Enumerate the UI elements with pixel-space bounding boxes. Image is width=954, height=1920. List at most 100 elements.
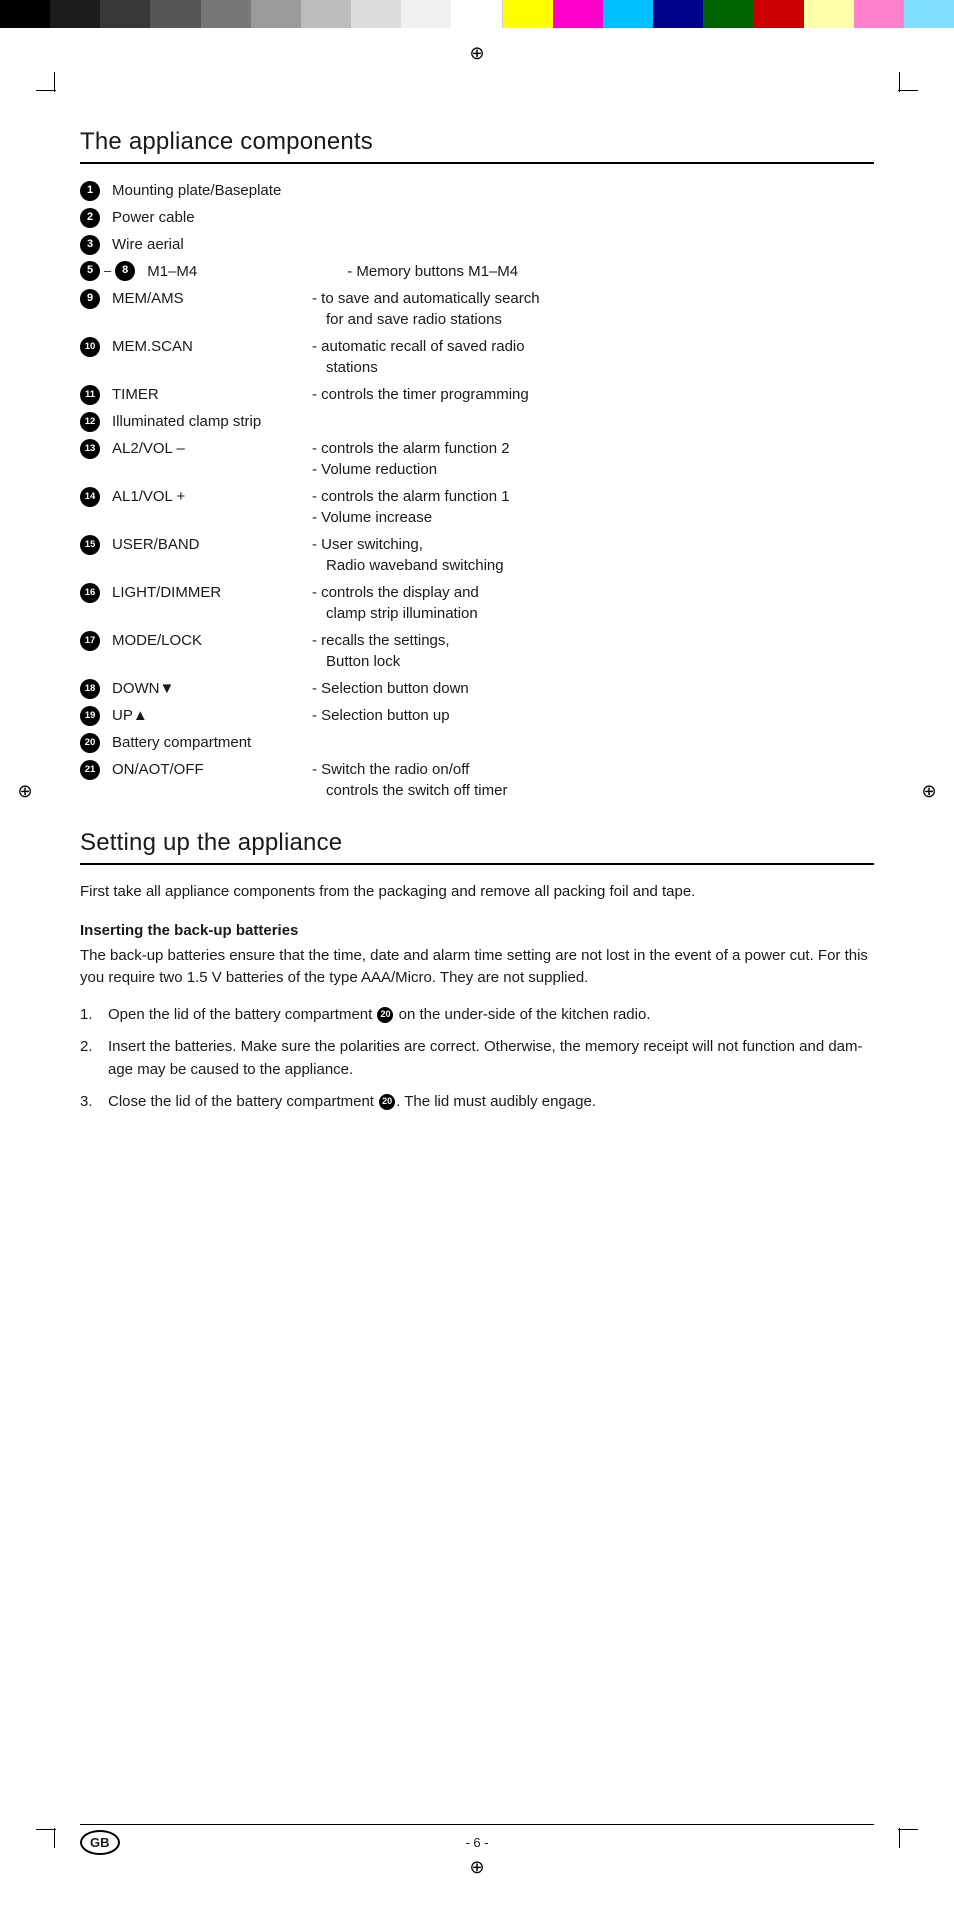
component-num-19: 19: [80, 706, 100, 726]
component-row-11: 11 TIMER - controls the timer programmin…: [80, 384, 874, 405]
crop-br-v: [899, 1828, 900, 1848]
component-row-19: 19 UP▲ - Selection button up: [80, 705, 874, 726]
step-3: 3. Close the lid of the battery compartm…: [80, 1091, 874, 1114]
reg-mark-right: ⊕: [918, 780, 940, 802]
swatch-6: [251, 0, 301, 28]
component-row-3: 3 Wire aerial: [80, 234, 874, 255]
component-row-17: 17 MODE/LOCK - recalls the settings,Butt…: [80, 630, 874, 672]
component-num-11: 11: [80, 385, 100, 405]
component-num-14: 14: [80, 487, 100, 507]
component-desc-19: - Selection button up: [312, 705, 874, 726]
component-num-1: 1: [80, 181, 100, 201]
batteries-steps: 1. Open the lid of the battery compartme…: [80, 1004, 874, 1114]
component-row-20: 20 Battery compartment: [80, 732, 874, 753]
swatch-5: [201, 0, 251, 28]
num-8: 8: [115, 261, 135, 281]
swatch-lightyellow: [804, 0, 854, 28]
swatch-8: [351, 0, 401, 28]
swatch-3: [100, 0, 150, 28]
swatch-darkblue: [653, 0, 703, 28]
component-label-2: Power cable: [112, 207, 195, 228]
color-bar: [0, 0, 954, 28]
component-num-10: 10: [80, 337, 100, 357]
component-num-12: 12: [80, 412, 100, 432]
setup-section: Setting up the appliance First take all …: [80, 829, 874, 1114]
component-desc-14: - controls the alarm function 1- Volume …: [312, 486, 874, 528]
swatch-lightcyan: [904, 0, 954, 28]
crop-tr-v: [899, 72, 900, 92]
swatch-9: [401, 0, 451, 28]
component-desc-15: - User switching,Radio waveband switchin…: [312, 534, 874, 576]
swatch-yellow: [503, 0, 553, 28]
crop-tl-v: [54, 72, 55, 92]
component-num-17: 17: [80, 631, 100, 651]
swatch-10: [451, 0, 502, 28]
components-section: The appliance components 1 Mounting plat…: [80, 128, 874, 801]
component-row-1: 1 Mounting plate/Baseplate: [80, 180, 874, 201]
reg-mark-left: ⊕: [14, 780, 36, 802]
crop-bl-v: [54, 1828, 55, 1848]
component-num-9: 9: [80, 289, 100, 309]
component-num-20: 20: [80, 733, 100, 753]
step-2: 2. Insert the batteries. Make sure the p…: [80, 1036, 874, 1081]
component-label-10: MEM.SCAN: [112, 336, 312, 357]
circle-20-ref1: 20: [377, 1007, 393, 1023]
component-num-16: 16: [80, 583, 100, 603]
swatch-red: [753, 0, 803, 28]
circle-20-ref2: 20: [379, 1094, 395, 1110]
component-desc-11: - controls the timer programming: [312, 384, 874, 405]
swatch-7: [301, 0, 351, 28]
component-desc-10: - automatic recall of saved radiostation…: [312, 336, 874, 378]
component-row-2: 2 Power cable: [80, 207, 874, 228]
component-label-11: TIMER: [112, 384, 312, 405]
component-num-2: 2: [80, 208, 100, 228]
component-label-12: Illuminated clamp strip: [112, 411, 261, 432]
reg-mark-top: ⊕: [466, 42, 488, 64]
batteries-body: The back-up batteries ensure that the ti…: [80, 945, 874, 990]
component-row-13: 13 AL2/VOL – - controls the alarm functi…: [80, 438, 874, 480]
component-row-16: 16 LIGHT/DIMMER - controls the display a…: [80, 582, 874, 624]
swatch-magenta: [553, 0, 603, 28]
step-1: 1. Open the lid of the battery compartme…: [80, 1004, 874, 1027]
component-row-12: 12 Illuminated clamp strip: [80, 411, 874, 432]
component-label-5-8: M1–M4: [147, 261, 347, 282]
component-row-18: 18 DOWN▼ - Selection button down: [80, 678, 874, 699]
components-divider: [80, 162, 874, 164]
component-num-15: 15: [80, 535, 100, 555]
swatch-cyan: [603, 0, 653, 28]
swatch-4: [150, 0, 200, 28]
component-label-16: LIGHT/DIMMER: [112, 582, 312, 603]
component-desc-18: - Selection button down: [312, 678, 874, 699]
component-desc-9: - to save and automatically searchfor an…: [312, 288, 874, 330]
crop-tr-h: [898, 90, 918, 91]
component-label-17: MODE/LOCK: [112, 630, 312, 651]
component-label-19: UP▲: [112, 705, 312, 726]
crop-br-h: [898, 1829, 918, 1830]
num-5: 5: [80, 261, 100, 281]
component-label-18: DOWN▼: [112, 678, 312, 699]
component-row-21: 21 ON/AOT/OFF - Switch the radio on/offc…: [80, 759, 874, 801]
component-row-10: 10 MEM.SCAN - automatic recall of saved …: [80, 336, 874, 378]
components-title: The appliance components: [80, 128, 874, 156]
component-label-13: AL2/VOL –: [112, 438, 312, 459]
page-number: - 6 -: [465, 1835, 488, 1850]
component-num-18: 18: [80, 679, 100, 699]
setup-divider: [80, 863, 874, 865]
swatch-lightpink: [854, 0, 904, 28]
crop-tl-h: [36, 90, 56, 91]
component-row-5-8: 5 – 8 M1–M4 - Memory buttons M1–M4: [80, 261, 874, 282]
components-list: 1 Mounting plate/Baseplate 2 Power cable…: [80, 180, 874, 801]
component-row-9: 9 MEM/AMS - to save and automatically se…: [80, 288, 874, 330]
swatch-darkgreen: [703, 0, 753, 28]
component-label-9: MEM/AMS: [112, 288, 312, 309]
component-label-20: Battery compartment: [112, 732, 251, 753]
component-label-1: Mounting plate/Baseplate: [112, 180, 281, 201]
page-footer: GB - 6 -: [80, 1824, 874, 1850]
crop-bl-h: [36, 1829, 56, 1830]
setup-intro: First take all appliance components from…: [80, 881, 874, 904]
component-desc-16: - controls the display andclamp strip il…: [312, 582, 874, 624]
component-label-3: Wire aerial: [112, 234, 184, 255]
component-desc-13: - controls the alarm function 2- Volume …: [312, 438, 874, 480]
component-num-13: 13: [80, 439, 100, 459]
component-num-range-5-8: 5 – 8: [80, 261, 135, 281]
